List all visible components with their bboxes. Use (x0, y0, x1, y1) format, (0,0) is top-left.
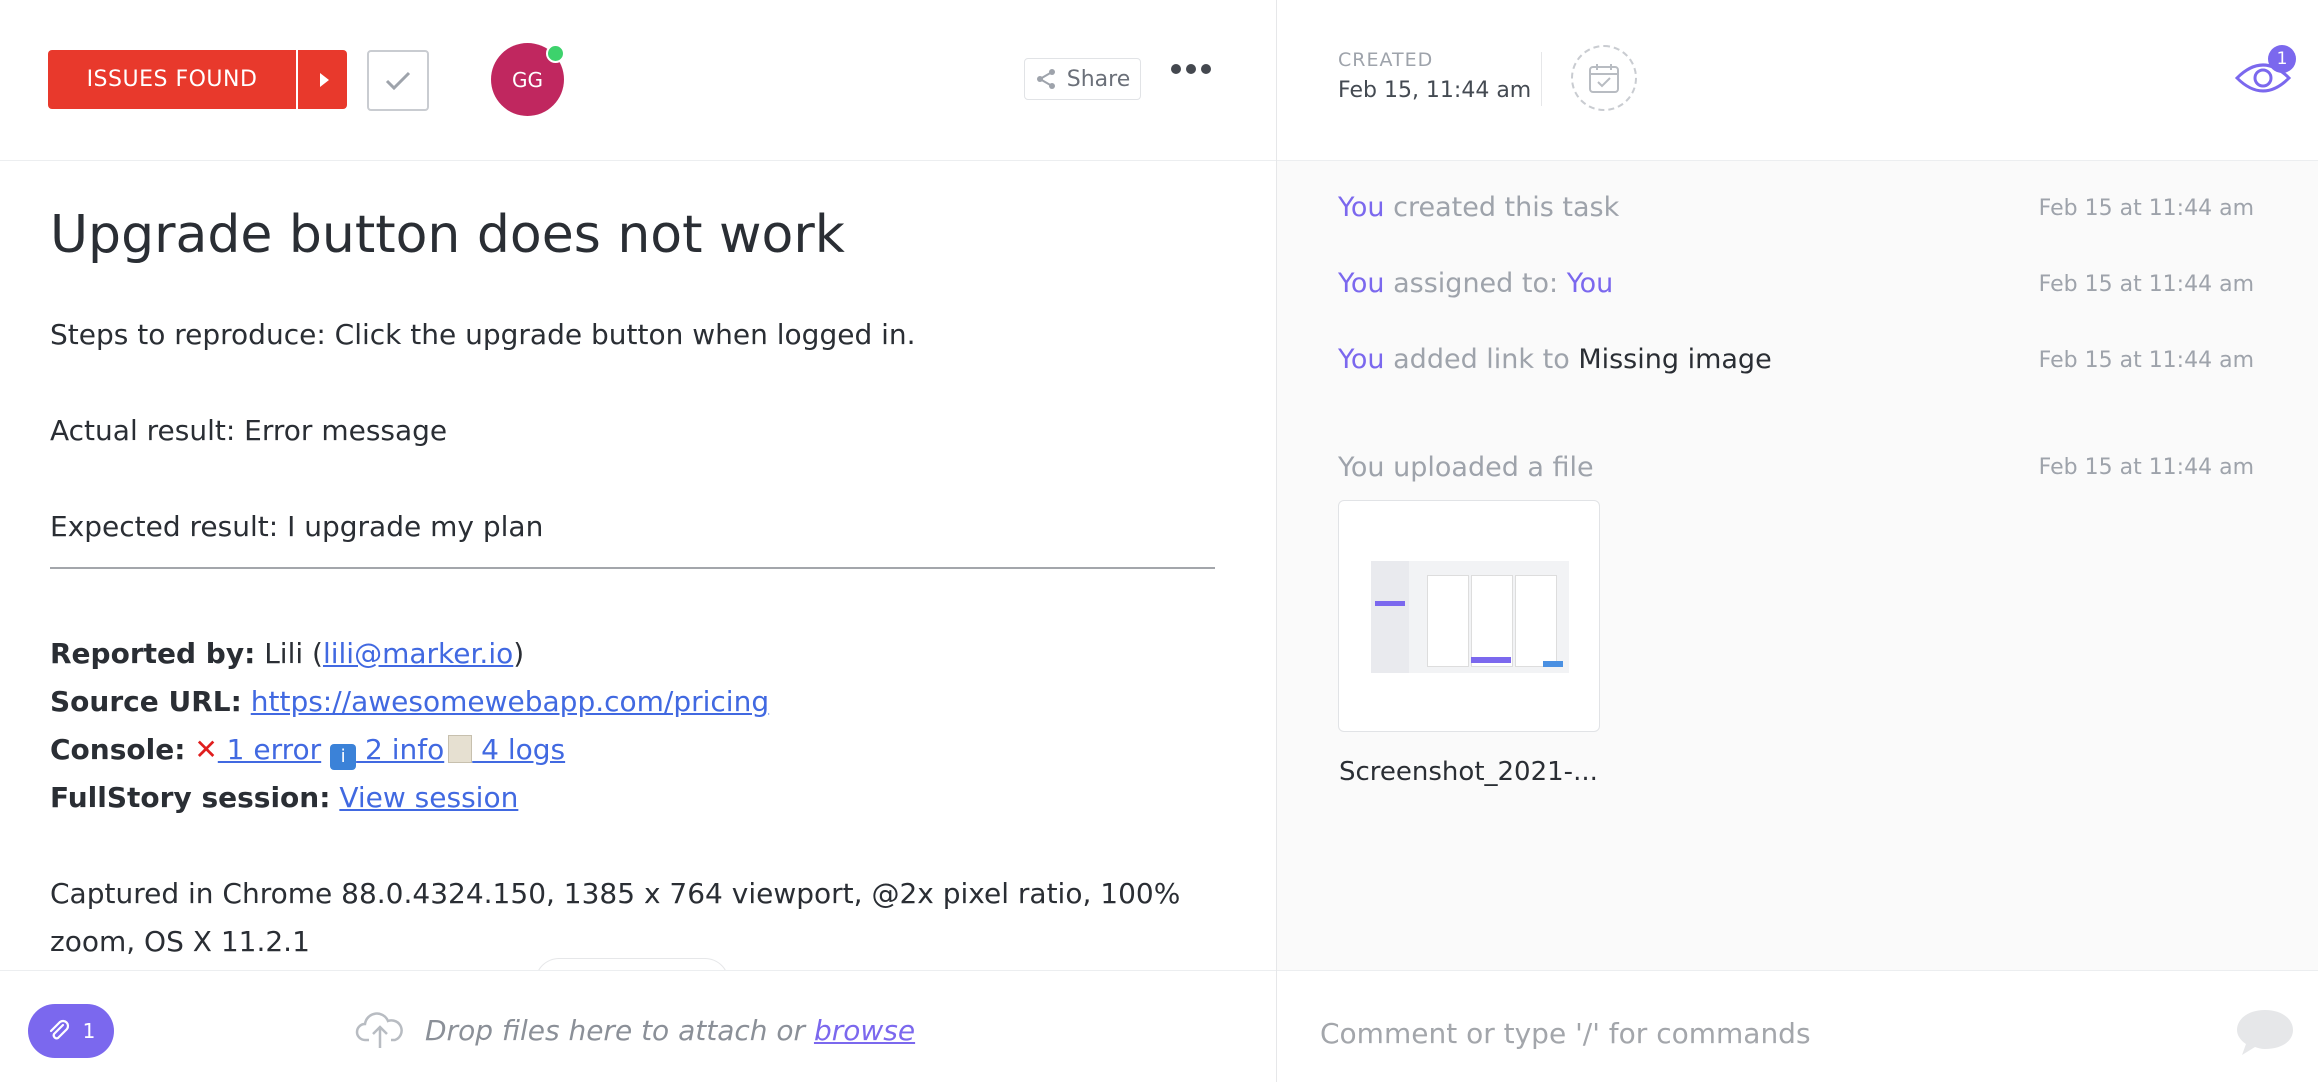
task-title[interactable]: Upgrade button does not work (50, 205, 845, 265)
captured-line-2: zoom, OS X 11.2.1 (50, 925, 310, 958)
comment-bubble-icon[interactable] (2234, 1006, 2296, 1062)
console-label: Console: (50, 733, 186, 766)
watchers-count-badge: 1 (2268, 45, 2296, 73)
error-x-icon: ✕ (194, 733, 218, 766)
share-label: Share (1066, 66, 1131, 92)
dropzone-text: Drop files here to attach or (425, 1013, 806, 1047)
activity-item: You uploaded a file (1338, 452, 1594, 483)
activity-time: Feb 15 at 11:44 am (2038, 348, 2254, 373)
panel-divider (1276, 0, 1277, 1082)
more-options-icon[interactable] (1171, 64, 1211, 74)
info-icon: i (330, 744, 357, 770)
file-thumbnail[interactable] (1338, 500, 1600, 732)
meta-divider (1541, 52, 1542, 106)
activity-time: Feb 15 at 11:44 am (2038, 272, 2254, 297)
activity-actor[interactable]: You (1338, 344, 1385, 375)
log-scroll-icon (448, 735, 473, 763)
mark-complete-button[interactable] (367, 50, 429, 111)
online-indicator (546, 44, 565, 63)
file-dropzone[interactable]: Drop files here to attach or browse (355, 1010, 915, 1050)
activity-time: Feb 15 at 11:44 am (2038, 196, 2254, 221)
console-line: Console: ✕ 1 error i 2 info 4 logs (50, 733, 565, 770)
activity-target[interactable]: You (1567, 268, 1614, 299)
reported-by-line: Reported by: Lili (lili@marker.io) (50, 637, 524, 670)
status-next-button[interactable] (298, 50, 347, 109)
console-info-link[interactable]: 2 info (356, 733, 444, 766)
reporter-close-paren: ) (513, 637, 525, 670)
screenshot-preview-image (1371, 561, 1569, 673)
calendar-check-icon (1589, 64, 1619, 93)
activity-text: created this task (1384, 192, 1620, 223)
status-button[interactable]: ISSUES FOUND (48, 50, 296, 109)
activity-actor[interactable]: You (1338, 268, 1385, 299)
actual-result-text: Actual result: Error message (50, 414, 448, 447)
console-logs-link[interactable]: 4 logs (472, 733, 565, 766)
activity-item: You added link to Missing image (1338, 344, 1772, 375)
source-url-label: Source URL: (50, 685, 242, 718)
due-date-button[interactable] (1571, 45, 1637, 111)
check-icon (385, 71, 411, 90)
activity-time: Feb 15 at 11:44 am (2038, 455, 2254, 480)
reporter-name: Lili ( (255, 637, 323, 670)
source-url-link[interactable]: https://awesomewebapp.com/pricing (251, 685, 769, 718)
share-icon (1036, 69, 1055, 89)
activity-text: added link to (1384, 344, 1579, 375)
browse-link[interactable]: browse (814, 1014, 915, 1047)
reported-by-label: Reported by: (50, 637, 256, 670)
uploaded-file-name[interactable]: Screenshot_2021-... (1339, 757, 1598, 787)
activity-item: You assigned to: You (1338, 268, 1613, 299)
created-label: CREATED (1338, 49, 1434, 71)
steps-text: Steps to reproduce: Click the upgrade bu… (50, 318, 916, 351)
upload-cloud-icon (355, 1012, 403, 1048)
reporter-email-link[interactable]: lili@marker.io (323, 637, 513, 670)
paperclip-icon (49, 1019, 69, 1040)
activity-actor[interactable]: You (1338, 192, 1385, 223)
attachments-count: 1 (82, 1019, 96, 1043)
created-date: Feb 15, 11:44 am (1338, 78, 1532, 103)
activity-link-target[interactable]: Missing image (1578, 344, 1771, 375)
expected-result-text: Expected result: I upgrade my plan (50, 510, 544, 543)
console-error-link[interactable]: 1 error (218, 733, 322, 766)
attachments-button[interactable]: 1 (28, 1004, 114, 1058)
description-divider (50, 567, 1215, 569)
activity-item: You created this task (1338, 192, 1619, 223)
captured-line-1: Captured in Chrome 88.0.4324.150, 1385 x… (50, 877, 1181, 910)
activity-text: assigned to: (1384, 268, 1567, 299)
view-session-link[interactable]: View session (339, 781, 518, 814)
fullstory-label: FullStory session: (50, 781, 331, 814)
comment-input[interactable] (1318, 1016, 2122, 1051)
fullstory-line: FullStory session: View session (50, 781, 518, 814)
share-button[interactable]: Share (1024, 58, 1141, 100)
source-url-line: Source URL: https://awesomewebapp.com/pr… (50, 685, 769, 718)
